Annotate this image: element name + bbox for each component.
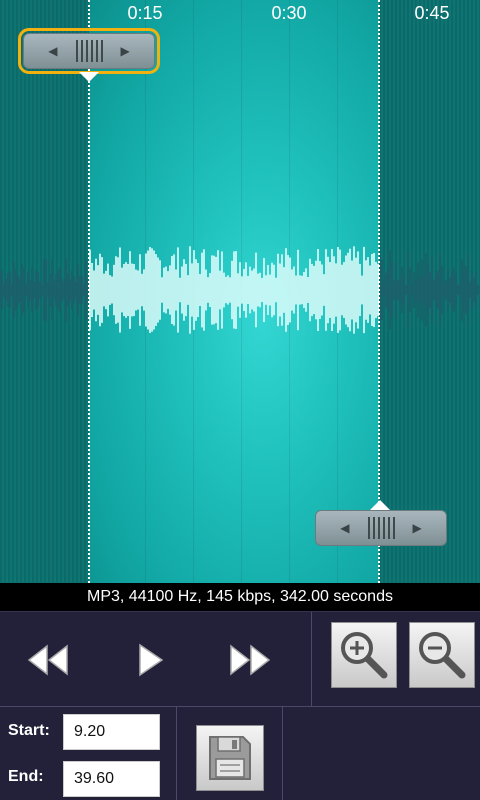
audio-waveform [0,246,479,334]
divider [282,707,283,800]
right-arrow-icon: ▶ [120,44,130,58]
trim-panel: Start: 9.20 End: 39.60 [0,706,480,800]
rewind-icon [27,644,68,676]
end-marker-line [378,0,380,583]
zoom-out-icon [419,632,466,679]
play-button[interactable] [126,638,174,682]
zoom-in-button[interactable] [331,622,397,688]
grip-icon [75,40,103,62]
fast-forward-button[interactable] [226,638,274,682]
start-marker-pointer [79,72,99,82]
end-time-field[interactable]: 39.60 [63,761,160,797]
zoom-out-button[interactable] [409,622,475,688]
play-icon [139,643,164,677]
zoom-in-icon [341,632,388,679]
grip-icon [367,517,395,539]
file-info-text: MP3, 44100 Hz, 145 kbps, 342.00 seconds [87,588,393,605]
start-marker-line [88,0,90,583]
time-label-30: 0:30 [271,3,307,23]
start-marker-handle[interactable]: ◀ ▶ [18,28,160,74]
right-arrow-icon: ▶ [412,521,422,535]
divider [311,612,312,707]
rewind-button[interactable] [24,638,72,682]
divider [176,707,177,800]
start-time-field[interactable]: 9.20 [63,714,160,750]
left-arrow-icon: ◀ [48,44,58,58]
file-info-bar: MP3, 44100 Hz, 145 kbps, 342.00 seconds [0,583,480,611]
time-label-15: 0:15 [127,3,163,23]
floppy-disk-icon [209,736,251,780]
time-label-45: 0:45 [414,3,450,23]
save-button[interactable] [196,725,264,791]
waveform-view[interactable]: 0:15 0:30 0:45 ◀ ▶ ◀ ▶ [0,0,480,583]
end-marker-handle[interactable]: ◀ ▶ [315,510,447,546]
start-label: Start: [8,722,50,739]
fast-forward-icon [230,644,271,676]
end-label: End: [8,768,44,785]
left-arrow-icon: ◀ [340,521,350,535]
end-marker-pointer [370,500,390,510]
transport-panel [0,611,480,707]
